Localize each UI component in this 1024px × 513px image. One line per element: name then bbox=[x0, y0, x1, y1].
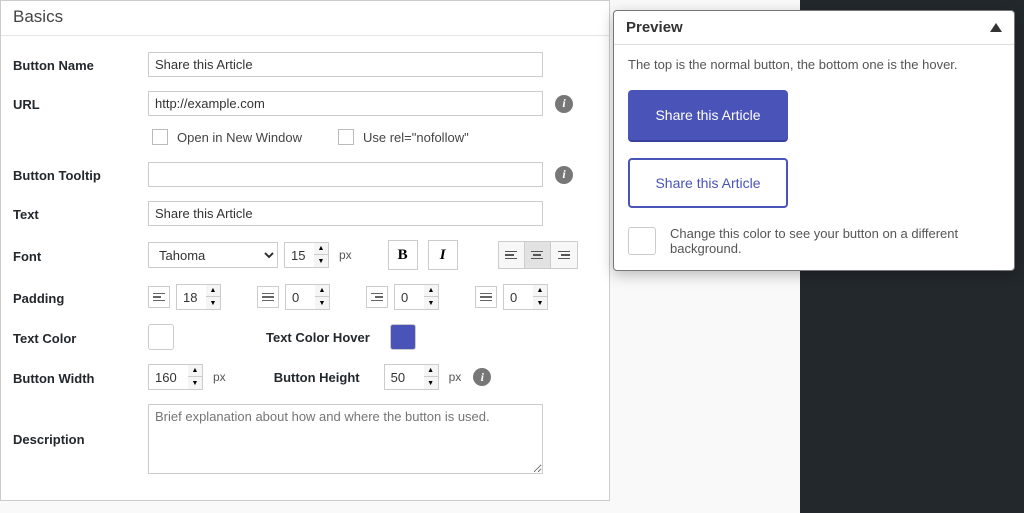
italic-button[interactable]: I bbox=[428, 240, 458, 270]
text-align-group bbox=[498, 241, 578, 269]
align-right-button[interactable] bbox=[551, 242, 577, 268]
label-padding: Padding bbox=[13, 289, 148, 306]
spinner[interactable]: ▲▼ bbox=[315, 284, 330, 310]
bold-button[interactable]: B bbox=[388, 240, 418, 270]
preview-button-hover: Share this Article bbox=[628, 158, 788, 208]
padding-top-input[interactable] bbox=[285, 284, 315, 310]
padding-bottom-input[interactable] bbox=[503, 284, 533, 310]
nofollow-checkbox[interactable] bbox=[338, 129, 354, 145]
padding-right-input[interactable] bbox=[394, 284, 424, 310]
font-size-spinner[interactable]: ▲▼ bbox=[314, 242, 329, 268]
text-color-swatch[interactable] bbox=[148, 324, 174, 350]
px-label: px bbox=[213, 370, 226, 384]
label-url: URL bbox=[13, 95, 148, 112]
padding-left-icon bbox=[148, 286, 170, 308]
padding-right-icon bbox=[366, 286, 388, 308]
align-left-button[interactable] bbox=[499, 242, 525, 268]
button-name-input[interactable] bbox=[148, 52, 543, 77]
padding-bottom-icon bbox=[475, 286, 497, 308]
label-text: Text bbox=[13, 205, 148, 222]
label-button-name: Button Name bbox=[13, 56, 148, 73]
label-text-color-hover: Text Color Hover bbox=[266, 330, 370, 345]
label-tooltip: Button Tooltip bbox=[13, 166, 148, 183]
panel-title: Basics bbox=[1, 1, 609, 36]
preview-bg-swatch[interactable] bbox=[628, 227, 656, 255]
spinner[interactable]: ▲▼ bbox=[424, 284, 439, 310]
info-icon[interactable]: i bbox=[555, 166, 573, 184]
button-height-input[interactable] bbox=[384, 364, 424, 390]
padding-left-input[interactable] bbox=[176, 284, 206, 310]
open-new-window-checkbox[interactable] bbox=[152, 129, 168, 145]
padding-top-icon bbox=[257, 286, 279, 308]
open-new-window-label: Open in New Window bbox=[177, 130, 302, 145]
label-text-color: Text Color bbox=[13, 329, 148, 346]
button-width-input[interactable] bbox=[148, 364, 188, 390]
label-button-height: Button Height bbox=[274, 370, 360, 385]
text-color-hover-swatch[interactable] bbox=[390, 324, 416, 350]
text-input[interactable] bbox=[148, 201, 543, 226]
font-size-input[interactable] bbox=[284, 242, 314, 268]
spinner[interactable]: ▲▼ bbox=[533, 284, 548, 310]
description-textarea[interactable] bbox=[148, 404, 543, 474]
preview-panel: Preview The top is the normal button, th… bbox=[613, 10, 1015, 271]
preview-title: Preview bbox=[626, 19, 683, 36]
preview-button-normal: Share this Article bbox=[628, 90, 788, 140]
label-description: Description bbox=[13, 404, 148, 447]
spinner[interactable]: ▲▼ bbox=[206, 284, 221, 310]
px-label: px bbox=[449, 370, 462, 384]
spinner[interactable]: ▲▼ bbox=[188, 364, 203, 390]
preview-caption: The top is the normal button, the bottom… bbox=[628, 57, 1000, 72]
url-input[interactable] bbox=[148, 91, 543, 116]
nofollow-label: Use rel="nofollow" bbox=[363, 130, 469, 145]
label-button-width: Button Width bbox=[13, 369, 148, 386]
basics-panel: Basics Button Name URL i bbox=[0, 0, 610, 501]
px-label: px bbox=[339, 248, 352, 262]
info-icon[interactable]: i bbox=[555, 95, 573, 113]
spinner[interactable]: ▲▼ bbox=[424, 364, 439, 390]
font-family-select[interactable]: Tahoma bbox=[148, 242, 278, 268]
preview-footer-text: Change this color to see your button on … bbox=[670, 226, 1000, 256]
collapse-icon[interactable] bbox=[990, 23, 1002, 32]
tooltip-input[interactable] bbox=[148, 162, 543, 187]
label-font: Font bbox=[13, 247, 148, 264]
info-icon[interactable]: i bbox=[473, 368, 491, 386]
align-center-button[interactable] bbox=[525, 242, 551, 268]
